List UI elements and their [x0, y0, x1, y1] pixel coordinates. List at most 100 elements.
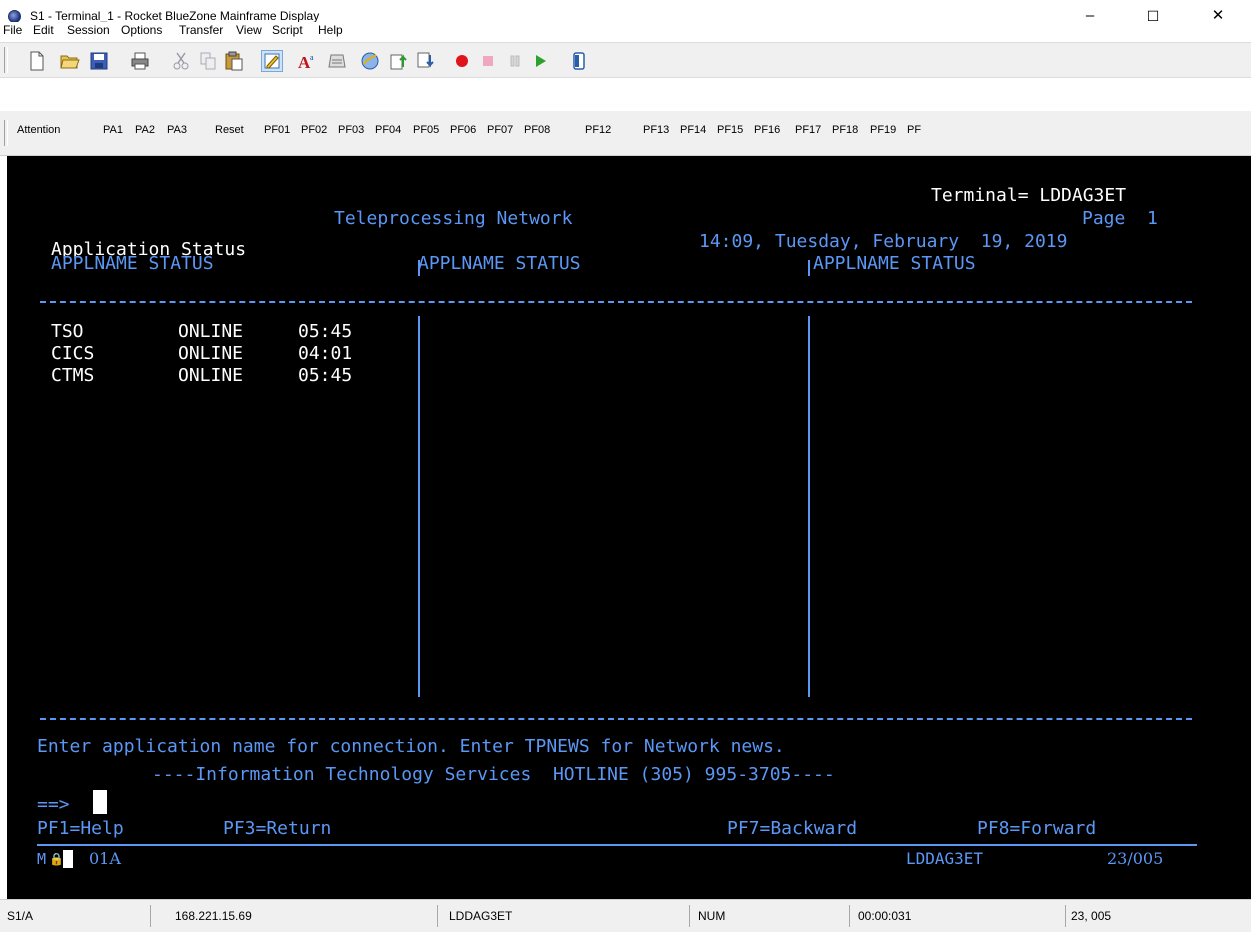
status-timer: 00:00:031	[858, 909, 912, 923]
print-icon[interactable]	[130, 51, 150, 71]
key-pf-more[interactable]: PF	[907, 124, 921, 136]
key-pa2[interactable]: PA2	[135, 124, 155, 136]
oia-session-id: 01A	[89, 849, 121, 868]
header-column-divider	[808, 260, 810, 276]
lock-icon: 🔒	[49, 852, 64, 866]
column-divider-2	[808, 316, 810, 697]
pf8-forward[interactable]: PF8=Forward	[977, 818, 1096, 840]
key-pf14[interactable]: PF14	[680, 124, 706, 136]
key-pf07[interactable]: PF07	[487, 124, 513, 136]
status-bar: S1/A 168.221.15.69 LDDAG3ET NUM 00:00:03…	[0, 899, 1251, 932]
oia-luname: LDDAG3ET	[906, 849, 984, 868]
svg-text:a: a	[310, 53, 314, 62]
save-icon[interactable]	[89, 51, 109, 71]
key-attention[interactable]: Attention	[17, 124, 60, 136]
web-browser-icon[interactable]	[360, 51, 380, 71]
status-divider	[1065, 905, 1066, 927]
menu-help[interactable]: Help	[318, 23, 343, 37]
new-document-icon[interactable]	[27, 51, 47, 71]
clipboard-icon[interactable]	[569, 51, 589, 71]
app-status: ONLINE	[178, 365, 244, 386]
app-status: ONLINE	[178, 321, 244, 342]
edit-mode-icon[interactable]	[261, 50, 283, 72]
keybar-grip[interactable]	[4, 120, 8, 146]
key-pf13[interactable]: PF13	[643, 124, 669, 136]
network-title: Teleprocessing Network	[334, 208, 573, 229]
key-reset[interactable]: Reset	[215, 124, 244, 136]
status-numlock: NUM	[698, 909, 726, 923]
oia-indicator: M	[37, 850, 47, 868]
app-name[interactable]: CICS	[51, 343, 94, 365]
oia-cursor-block	[63, 850, 73, 868]
status-divider	[689, 905, 690, 927]
font-size-icon[interactable]: Aa	[297, 51, 317, 71]
command-prompt: ==>	[37, 794, 70, 815]
oia-cursor-position: 23/005	[1107, 849, 1164, 868]
key-pf04[interactable]: PF04	[375, 124, 401, 136]
copy-icon[interactable]	[198, 51, 218, 71]
app-name[interactable]: CTMS	[51, 365, 94, 387]
menu-session[interactable]: Session	[67, 23, 110, 37]
terminal-screen[interactable]: Terminal= LDDAG3ET Teleprocessing Networ…	[7, 156, 1251, 899]
status-ip-address: 168.221.15.69	[175, 909, 252, 923]
key-pf12[interactable]: PF12	[585, 124, 611, 136]
column-divider-1	[418, 316, 420, 697]
menu-options[interactable]: Options	[121, 23, 162, 37]
menu-file[interactable]: File	[3, 23, 22, 37]
keyboard-icon[interactable]	[327, 51, 347, 71]
paste-icon[interactable]	[224, 51, 244, 71]
key-pf16[interactable]: PF16	[754, 124, 780, 136]
column-header-1: APPLNAME STATUS	[51, 253, 214, 274]
record-script-icon[interactable]	[452, 51, 472, 71]
play-script-icon[interactable]	[530, 51, 550, 71]
key-pf19[interactable]: PF19	[870, 124, 896, 136]
date-time: 14:09, Tuesday, February 19, 2019	[699, 231, 1068, 252]
toolbar-grip[interactable]	[4, 47, 8, 73]
app-time: 05:45	[298, 321, 353, 342]
app-time: 05:45	[298, 365, 353, 386]
key-pf01[interactable]: PF01	[264, 124, 290, 136]
pause-script-icon[interactable]	[505, 51, 525, 71]
key-pf17[interactable]: PF17	[795, 124, 821, 136]
status-divider	[849, 905, 850, 927]
menu-view[interactable]: View	[236, 23, 262, 37]
app-name[interactable]: TSO	[51, 321, 84, 343]
key-pf03[interactable]: PF03	[338, 124, 364, 136]
footer-separator	[40, 718, 1192, 720]
column-header-3: APPLNAME STATUS	[813, 253, 976, 274]
open-folder-icon[interactable]	[60, 51, 80, 71]
status-divider	[437, 905, 438, 927]
menu-bar: File Edit Session Options Transfer View …	[0, 22, 1251, 42]
status-cursor-position: 23, 005	[1071, 909, 1112, 923]
app-time: 04:01	[298, 343, 353, 364]
cut-icon[interactable]	[171, 51, 191, 71]
menu-transfer[interactable]: Transfer	[179, 23, 223, 37]
key-pf08[interactable]: PF08	[524, 124, 550, 136]
header-separator	[40, 301, 1192, 303]
command-input-cursor[interactable]	[93, 790, 107, 814]
menu-edit[interactable]: Edit	[33, 23, 54, 37]
hotline-text: ----Information Technology Services HOTL…	[152, 764, 835, 785]
terminal-id: Terminal= LDDAG3ET	[931, 185, 1127, 206]
window-title: S1 - Terminal_1 - Rocket BlueZone Mainfr…	[30, 9, 320, 23]
column-header-2: APPLNAME STATUS	[418, 253, 581, 274]
key-pf18[interactable]: PF18	[832, 124, 858, 136]
key-pf02[interactable]: PF02	[301, 124, 327, 136]
key-pa3[interactable]: PA3	[167, 124, 187, 136]
pf1-help[interactable]: PF1=Help	[37, 818, 124, 840]
status-session: S1/A	[7, 909, 34, 923]
send-file-icon[interactable]	[389, 51, 409, 71]
key-pa1[interactable]: PA1	[103, 124, 123, 136]
instruction-text: Enter application name for connection. E…	[37, 736, 785, 757]
stop-script-icon[interactable]	[478, 51, 498, 71]
pf3-return[interactable]: PF3=Return	[223, 818, 331, 840]
menu-script[interactable]: Script	[272, 23, 303, 37]
status-divider	[150, 905, 151, 927]
key-pf15[interactable]: PF15	[717, 124, 743, 136]
key-pf05[interactable]: PF05	[413, 124, 439, 136]
status-luname: LDDAG3ET	[449, 909, 513, 923]
receive-file-icon[interactable]	[416, 51, 436, 71]
key-pf06[interactable]: PF06	[450, 124, 476, 136]
pf7-backward[interactable]: PF7=Backward	[727, 818, 857, 840]
page-number: Page 1	[1082, 208, 1158, 229]
